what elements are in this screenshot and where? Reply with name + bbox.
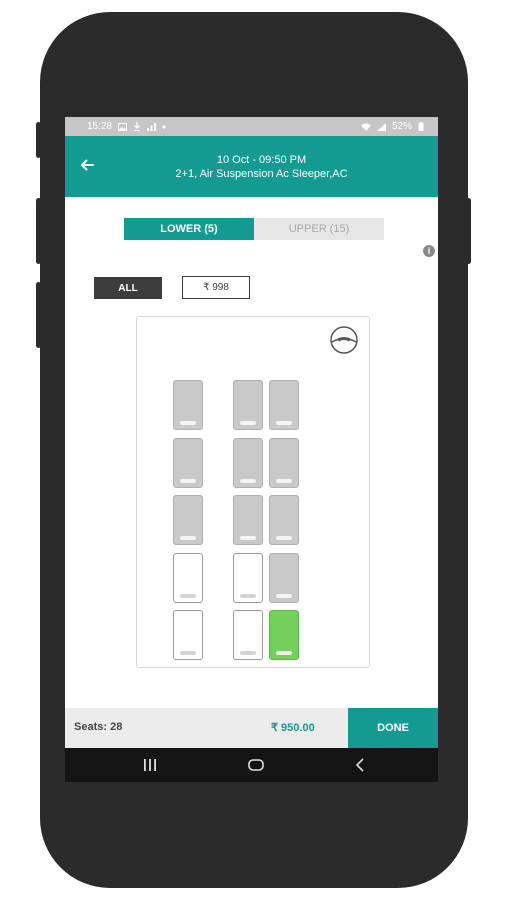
seat-pillow (240, 651, 256, 655)
signal-icon (376, 122, 386, 131)
power-button (36, 282, 41, 348)
seat-pillow (276, 479, 292, 483)
app-bar: 10 Oct - 09:50 PM 2+1, Air Suspension Ac… (65, 136, 438, 197)
seat-pillow (180, 651, 196, 655)
filter-price-button[interactable]: ₹ 998 (182, 276, 250, 299)
seats-count: Seats: 28 (74, 721, 123, 733)
seat-pillow (276, 421, 292, 425)
side-button-right (466, 198, 471, 264)
back-arrow-icon[interactable] (79, 157, 95, 173)
seat-pillow (276, 536, 292, 540)
seat-booked (269, 553, 299, 603)
status-bar: 15:28 52% (65, 117, 438, 136)
seat-booked (173, 495, 203, 545)
seat-booked (173, 380, 203, 430)
seat-pillow (240, 479, 256, 483)
seat-pillow (276, 651, 292, 655)
trip-datetime: 10 Oct - 09:50 PM (216, 154, 307, 166)
deck-toggle: LOWER (5) UPPER (15) (124, 218, 384, 240)
seat-available[interactable] (233, 553, 263, 603)
volume-up-button (36, 122, 41, 158)
battery-level: 52% (391, 121, 412, 132)
battery-icon (418, 122, 424, 131)
seat-booked (173, 438, 203, 488)
seat-pillow (180, 536, 196, 540)
dot-icon (162, 124, 166, 129)
seat-pillow (240, 421, 256, 425)
screen: 15:28 52% 10 Oct - 09:50 PM 2+1, Air Sus… (65, 117, 438, 782)
image-icon (118, 122, 128, 131)
total-price: ₹ 950.00 (271, 722, 315, 734)
info-icon[interactable]: i (423, 245, 435, 257)
tab-upper-deck[interactable]: UPPER (15) (254, 218, 384, 240)
seat-selected[interactable] (269, 610, 299, 660)
signal-bars-icon (147, 122, 157, 131)
bus-type: 2+1, Air Suspension Ac Sleeper,AC (175, 168, 348, 180)
download-icon (134, 122, 141, 131)
seat-map (136, 316, 370, 668)
tab-lower-deck[interactable]: LOWER (5) (124, 218, 254, 240)
seat-booked (269, 438, 299, 488)
volume-down-button (36, 198, 41, 264)
filter-all-button[interactable]: ALL (94, 277, 162, 299)
seat-pillow (240, 594, 256, 598)
seat-available[interactable] (173, 610, 203, 660)
seat-pillow (180, 421, 196, 425)
recent-apps-icon[interactable] (142, 759, 158, 771)
trip-header: 10 Oct - 09:50 PM 2+1, Air Suspension Ac… (105, 153, 418, 181)
bottom-bar: Seats: 28 ₹ 950.00 DONE (65, 708, 438, 748)
steering-wheel-icon (330, 326, 358, 354)
seat-booked (233, 495, 263, 545)
seat-available[interactable] (173, 553, 203, 603)
seat-pillow (240, 536, 256, 540)
status-time: 15:28 (87, 121, 113, 132)
seat-booked (269, 495, 299, 545)
done-button[interactable]: DONE (348, 708, 438, 748)
back-icon[interactable] (355, 758, 365, 772)
wifi-icon (360, 123, 371, 131)
seat-booked (269, 380, 299, 430)
seat-pillow (180, 479, 196, 483)
seat-booked (233, 438, 263, 488)
seat-available[interactable] (233, 610, 263, 660)
android-nav-bar (65, 748, 438, 782)
seat-pillow (180, 594, 196, 598)
home-icon[interactable] (248, 759, 264, 771)
seat-pillow (276, 594, 292, 598)
seat-booked (233, 380, 263, 430)
